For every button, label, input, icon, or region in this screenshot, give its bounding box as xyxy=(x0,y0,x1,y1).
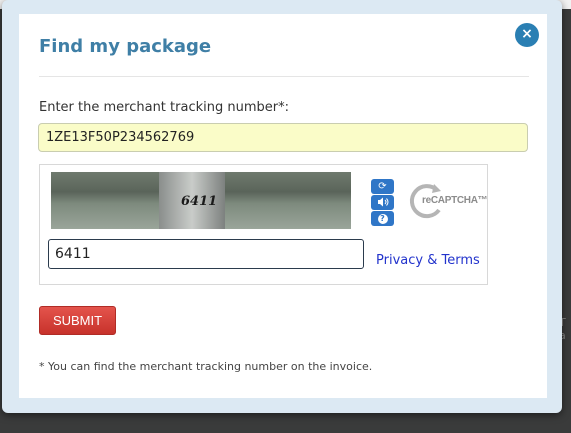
recaptcha-logo-text: reCAPTCHA™ xyxy=(422,195,488,206)
close-icon[interactable]: × xyxy=(515,23,539,47)
submit-button[interactable]: SUBMIT xyxy=(39,306,116,335)
dialog-frame: Find my package × Enter the merchant tra… xyxy=(2,0,562,413)
audio-icon[interactable] xyxy=(371,195,394,210)
help-icon[interactable]: ? xyxy=(371,211,394,226)
privacy-terms-link[interactable]: Privacy & Terms xyxy=(376,253,480,268)
captcha-image-text: 6411 xyxy=(181,194,218,209)
speaker-icon xyxy=(377,197,388,207)
recaptcha-widget: 6411 ⟳ ? reCAPTCHA™ Privacy & Ter xyxy=(39,164,488,285)
captcha-image: 6411 xyxy=(51,172,351,229)
recaptcha-logo: reCAPTCHA™ xyxy=(407,182,488,220)
dialog-title: Find my package xyxy=(39,36,212,57)
captcha-response-input[interactable] xyxy=(48,239,364,269)
tracking-label: Enter the merchant tracking number*: xyxy=(39,100,289,115)
find-package-dialog: Find my package × Enter the merchant tra… xyxy=(19,14,547,398)
refresh-icon[interactable]: ⟳ xyxy=(371,179,394,194)
title-divider xyxy=(39,76,529,77)
help-glyph: ? xyxy=(377,214,388,224)
footnote: * You can find the merchant tracking num… xyxy=(39,360,373,373)
tracking-number-input[interactable] xyxy=(38,123,528,152)
